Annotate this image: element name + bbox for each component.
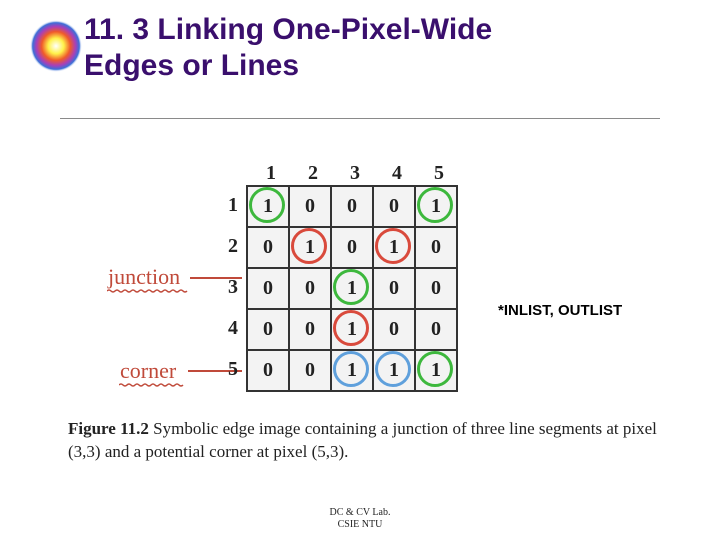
grid-cell: 1 bbox=[415, 350, 457, 391]
grid-cell: 0 bbox=[247, 268, 289, 309]
col-header: 5 bbox=[418, 162, 460, 185]
slide-footer: DC & CV Lab. CSIE NTU bbox=[0, 507, 720, 530]
slide-title: 11. 3 Linking One-Pixel-Wide Edges or Li… bbox=[84, 12, 492, 84]
row-header: 3 bbox=[212, 267, 246, 308]
slide-logo bbox=[28, 18, 84, 74]
grid-cell: 0 bbox=[415, 227, 457, 268]
green-circle-marker bbox=[249, 187, 285, 223]
corner-underline bbox=[119, 383, 185, 387]
column-headers: 12345 bbox=[250, 162, 472, 185]
red-circle-marker bbox=[333, 310, 369, 346]
red-circle-marker bbox=[375, 228, 411, 264]
grid-cell: 0 bbox=[247, 350, 289, 391]
junction-label: junction bbox=[108, 264, 180, 290]
grid-cell: 0 bbox=[289, 268, 331, 309]
grid-cell: 0 bbox=[373, 268, 415, 309]
corner-label: corner bbox=[120, 358, 176, 384]
grid-cell: 1 bbox=[331, 309, 373, 350]
grid-cell: 0 bbox=[331, 227, 373, 268]
footer-line-1: DC & CV Lab. bbox=[0, 507, 720, 519]
green-circle-marker bbox=[417, 187, 453, 223]
green-circle-marker bbox=[417, 351, 453, 387]
figure-caption: Figure 11.2 Symbolic edge image containi… bbox=[68, 418, 658, 464]
row-header: 5 bbox=[212, 349, 246, 390]
inlist-outlist-note: *INLIST, OUTLIST bbox=[498, 302, 622, 319]
grid-cell: 1 bbox=[331, 268, 373, 309]
grid-cell: 0 bbox=[289, 186, 331, 227]
title-line-1: 11. 3 Linking One-Pixel-Wide bbox=[84, 12, 492, 48]
grid-cell: 1 bbox=[247, 186, 289, 227]
grid-cell: 0 bbox=[415, 268, 457, 309]
footer-line-2: CSIE NTU bbox=[0, 519, 720, 531]
row-header: 2 bbox=[212, 226, 246, 267]
grid-cell: 1 bbox=[331, 350, 373, 391]
grid-cell: 0 bbox=[415, 309, 457, 350]
row-headers: 12345 bbox=[212, 185, 246, 392]
grid-cell: 0 bbox=[247, 227, 289, 268]
junction-underline bbox=[107, 289, 189, 293]
col-header: 4 bbox=[376, 162, 418, 185]
grid-cell: 1 bbox=[373, 350, 415, 391]
title-line-2: Edges or Lines bbox=[84, 48, 492, 84]
title-divider bbox=[60, 118, 660, 119]
grid-cell: 1 bbox=[373, 227, 415, 268]
grid-cell: 0 bbox=[373, 186, 415, 227]
caption-text: Symbolic edge image containing a junctio… bbox=[68, 419, 657, 461]
row-header: 4 bbox=[212, 308, 246, 349]
grid-cell: 0 bbox=[289, 309, 331, 350]
green-circle-marker bbox=[333, 269, 369, 305]
grid-cell: 0 bbox=[331, 186, 373, 227]
grid-cell: 0 bbox=[289, 350, 331, 391]
caption-prefix: Figure 11.2 bbox=[68, 419, 149, 438]
grid-cell: 1 bbox=[415, 186, 457, 227]
col-header: 1 bbox=[250, 162, 292, 185]
grid-cell: 1 bbox=[289, 227, 331, 268]
grid-cell: 0 bbox=[247, 309, 289, 350]
col-header: 2 bbox=[292, 162, 334, 185]
grid-figure: 12345 12345 1000101010001000010000111 bbox=[212, 162, 472, 392]
grid-cell: 0 bbox=[373, 309, 415, 350]
red-circle-marker bbox=[291, 228, 327, 264]
col-header: 3 bbox=[334, 162, 376, 185]
blue-circle-marker bbox=[375, 351, 411, 387]
pixel-grid: 1000101010001000010000111 bbox=[246, 185, 458, 392]
row-header: 1 bbox=[212, 185, 246, 226]
blue-circle-marker bbox=[333, 351, 369, 387]
